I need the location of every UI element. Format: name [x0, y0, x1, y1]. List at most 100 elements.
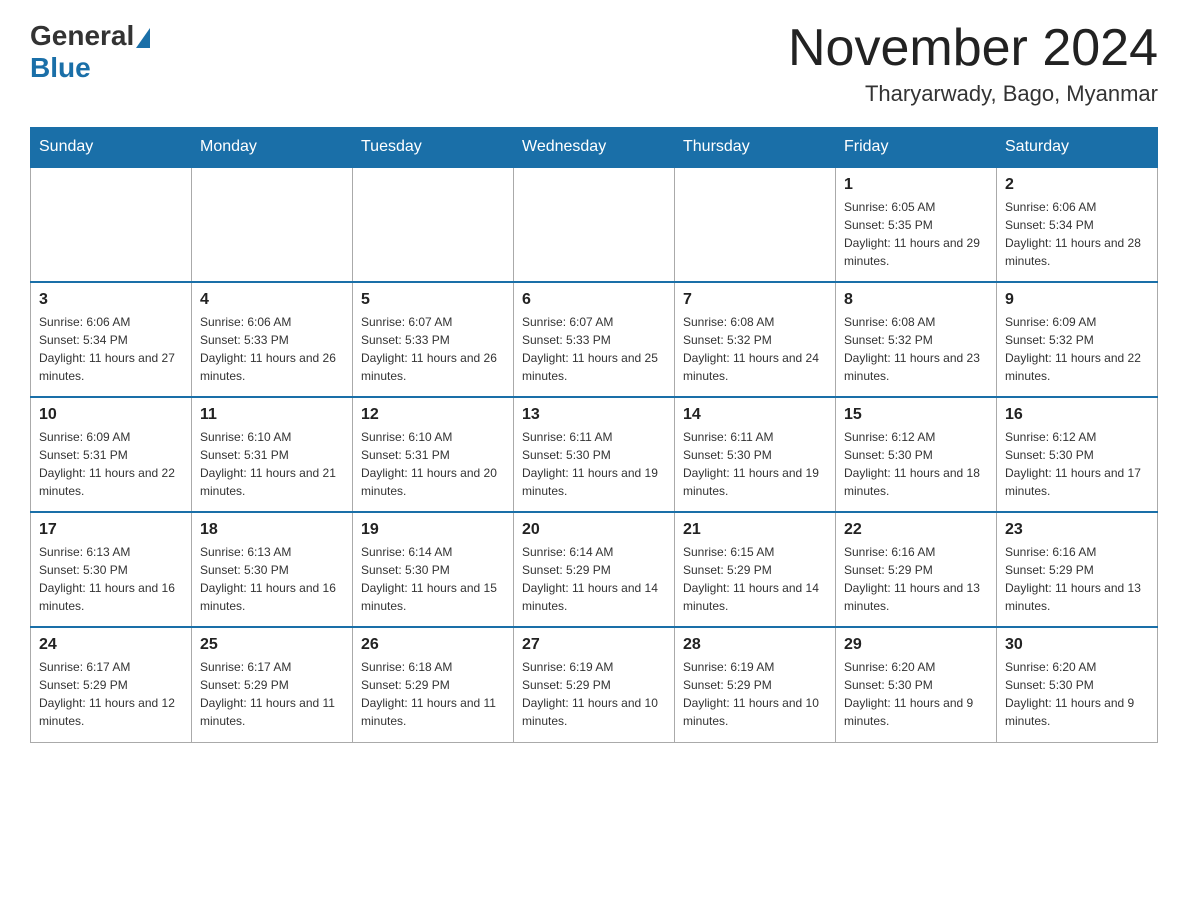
day-number: 12 — [361, 406, 505, 424]
day-number: 21 — [683, 521, 827, 539]
day-number: 28 — [683, 636, 827, 654]
table-row — [675, 167, 836, 282]
day-number: 4 — [200, 291, 344, 309]
day-info: Sunrise: 6:10 AMSunset: 5:31 PMDaylight:… — [200, 428, 344, 500]
day-info: Sunrise: 6:16 AMSunset: 5:29 PMDaylight:… — [1005, 543, 1149, 615]
day-number: 15 — [844, 406, 988, 424]
day-info: Sunrise: 6:17 AMSunset: 5:29 PMDaylight:… — [39, 658, 183, 730]
title-section: November 2024 Tharyarwady, Bago, Myanmar — [788, 20, 1158, 107]
table-row — [31, 167, 192, 282]
day-info: Sunrise: 6:08 AMSunset: 5:32 PMDaylight:… — [844, 313, 988, 385]
day-info: Sunrise: 6:14 AMSunset: 5:30 PMDaylight:… — [361, 543, 505, 615]
day-number: 20 — [522, 521, 666, 539]
table-row — [514, 167, 675, 282]
day-number: 17 — [39, 521, 183, 539]
day-info: Sunrise: 6:11 AMSunset: 5:30 PMDaylight:… — [683, 428, 827, 500]
day-number: 7 — [683, 291, 827, 309]
table-row: 14 Sunrise: 6:11 AMSunset: 5:30 PMDayligh… — [675, 397, 836, 512]
day-number: 18 — [200, 521, 344, 539]
weekday-header-friday: Friday — [836, 128, 997, 168]
table-row: 5 Sunrise: 6:07 AMSunset: 5:33 PMDaylight… — [353, 282, 514, 397]
day-info: Sunrise: 6:19 AMSunset: 5:29 PMDaylight:… — [683, 658, 827, 730]
day-info: Sunrise: 6:16 AMSunset: 5:29 PMDaylight:… — [844, 543, 988, 615]
weekday-header-monday: Monday — [192, 128, 353, 168]
page-header: General Blue November 2024 Tharyarwady, … — [30, 20, 1158, 107]
table-row: 13Sunrise: 6:11 AMSunset: 5:30 PMDayligh… — [514, 397, 675, 512]
table-row: 7 Sunrise: 6:08 AMSunset: 5:32 PMDaylight… — [675, 282, 836, 397]
table-row: 1 Sunrise: 6:05 AMSunset: 5:35 PMDaylight… — [836, 167, 997, 282]
weekday-header-saturday: Saturday — [997, 128, 1158, 168]
table-row: 6 Sunrise: 6:07 AMSunset: 5:33 PMDaylight… — [514, 282, 675, 397]
table-row: 28 Sunrise: 6:19 AMSunset: 5:29 PMDayligh… — [675, 627, 836, 742]
day-info: Sunrise: 6:10 AMSunset: 5:31 PMDaylight:… — [361, 428, 505, 500]
table-row: 8Sunrise: 6:08 AMSunset: 5:32 PMDaylight… — [836, 282, 997, 397]
table-row — [353, 167, 514, 282]
day-info: Sunrise: 6:20 AMSunset: 5:30 PMDaylight:… — [1005, 658, 1149, 730]
day-number: 1 — [844, 176, 988, 194]
table-row: 20 Sunrise: 6:14 AMSunset: 5:29 PMDayligh… — [514, 512, 675, 627]
day-number: 14 — [683, 406, 827, 424]
day-number: 19 — [361, 521, 505, 539]
table-row: 11Sunrise: 6:10 AMSunset: 5:31 PMDayligh… — [192, 397, 353, 512]
table-row: 2Sunrise: 6:06 AMSunset: 5:34 PMDaylight… — [997, 167, 1158, 282]
day-number: 6 — [522, 291, 666, 309]
month-title: November 2024 — [788, 20, 1158, 77]
table-row: 19 Sunrise: 6:14 AMSunset: 5:30 PMDayligh… — [353, 512, 514, 627]
day-info: Sunrise: 6:09 AMSunset: 5:31 PMDaylight:… — [39, 428, 183, 500]
calendar-week-row: 17 Sunrise: 6:13 AMSunset: 5:30 PMDayligh… — [31, 512, 1158, 627]
day-info: Sunrise: 6:06 AMSunset: 5:34 PMDaylight:… — [39, 313, 183, 385]
table-row: 10Sunrise: 6:09 AMSunset: 5:31 PMDayligh… — [31, 397, 192, 512]
day-info: Sunrise: 6:15 AMSunset: 5:29 PMDaylight:… — [683, 543, 827, 615]
day-info: Sunrise: 6:12 AMSunset: 5:30 PMDaylight:… — [844, 428, 988, 500]
day-number: 24 — [39, 636, 183, 654]
table-row: 16Sunrise: 6:12 AMSunset: 5:30 PMDayligh… — [997, 397, 1158, 512]
day-info: Sunrise: 6:08 AMSunset: 5:32 PMDaylight:… — [683, 313, 827, 385]
day-number: 22 — [844, 521, 988, 539]
day-number: 30 — [1005, 636, 1149, 654]
logo: General Blue — [30, 20, 152, 84]
table-row: 4Sunrise: 6:06 AMSunset: 5:33 PMDaylight… — [192, 282, 353, 397]
table-row: 23Sunrise: 6:16 AMSunset: 5:29 PMDayligh… — [997, 512, 1158, 627]
day-info: Sunrise: 6:18 AMSunset: 5:29 PMDaylight:… — [361, 658, 505, 730]
table-row: 17 Sunrise: 6:13 AMSunset: 5:30 PMDayligh… — [31, 512, 192, 627]
table-row: 15 Sunrise: 6:12 AMSunset: 5:30 PMDayligh… — [836, 397, 997, 512]
day-info: Sunrise: 6:09 AMSunset: 5:32 PMDaylight:… — [1005, 313, 1149, 385]
day-info: Sunrise: 6:20 AMSunset: 5:30 PMDaylight:… — [844, 658, 988, 730]
calendar-week-row: 24 Sunrise: 6:17 AMSunset: 5:29 PMDayligh… — [31, 627, 1158, 742]
day-info: Sunrise: 6:13 AMSunset: 5:30 PMDaylight:… — [200, 543, 344, 615]
weekday-header-tuesday: Tuesday — [353, 128, 514, 168]
day-info: Sunrise: 6:07 AMSunset: 5:33 PMDaylight:… — [522, 313, 666, 385]
table-row: 21 Sunrise: 6:15 AMSunset: 5:29 PMDayligh… — [675, 512, 836, 627]
day-info: Sunrise: 6:11 AMSunset: 5:30 PMDaylight:… — [522, 428, 666, 500]
table-row: 24 Sunrise: 6:17 AMSunset: 5:29 PMDayligh… — [31, 627, 192, 742]
table-row — [192, 167, 353, 282]
table-row: 27 Sunrise: 6:19 AMSunset: 5:29 PMDayligh… — [514, 627, 675, 742]
logo-general-text: General — [30, 20, 134, 52]
day-number: 29 — [844, 636, 988, 654]
day-info: Sunrise: 6:17 AMSunset: 5:29 PMDaylight:… — [200, 658, 344, 730]
weekday-header-thursday: Thursday — [675, 128, 836, 168]
day-info: Sunrise: 6:19 AMSunset: 5:29 PMDaylight:… — [522, 658, 666, 730]
day-number: 27 — [522, 636, 666, 654]
location-title: Tharyarwady, Bago, Myanmar — [788, 81, 1158, 107]
logo-blue-text: Blue — [30, 52, 91, 83]
day-info: Sunrise: 6:13 AMSunset: 5:30 PMDaylight:… — [39, 543, 183, 615]
calendar-week-row: 3Sunrise: 6:06 AMSunset: 5:34 PMDaylight… — [31, 282, 1158, 397]
table-row: 26 Sunrise: 6:18 AMSunset: 5:29 PMDayligh… — [353, 627, 514, 742]
day-info: Sunrise: 6:12 AMSunset: 5:30 PMDaylight:… — [1005, 428, 1149, 500]
weekday-header-wednesday: Wednesday — [514, 128, 675, 168]
table-row: 18 Sunrise: 6:13 AMSunset: 5:30 PMDayligh… — [192, 512, 353, 627]
day-info: Sunrise: 6:07 AMSunset: 5:33 PMDaylight:… — [361, 313, 505, 385]
day-info: Sunrise: 6:06 AMSunset: 5:34 PMDaylight:… — [1005, 198, 1149, 270]
logo-triangle-icon — [136, 28, 150, 48]
weekday-header-row: SundayMondayTuesdayWednesdayThursdayFrid… — [31, 128, 1158, 168]
day-info: Sunrise: 6:05 AMSunset: 5:35 PMDaylight:… — [844, 198, 988, 270]
day-number: 26 — [361, 636, 505, 654]
day-info: Sunrise: 6:14 AMSunset: 5:29 PMDaylight:… — [522, 543, 666, 615]
weekday-header-sunday: Sunday — [31, 128, 192, 168]
day-number: 5 — [361, 291, 505, 309]
day-number: 9 — [1005, 291, 1149, 309]
calendar-table: SundayMondayTuesdayWednesdayThursdayFrid… — [30, 127, 1158, 743]
calendar-week-row: 1 Sunrise: 6:05 AMSunset: 5:35 PMDaylight… — [31, 167, 1158, 282]
table-row: 29 Sunrise: 6:20 AMSunset: 5:30 PMDayligh… — [836, 627, 997, 742]
